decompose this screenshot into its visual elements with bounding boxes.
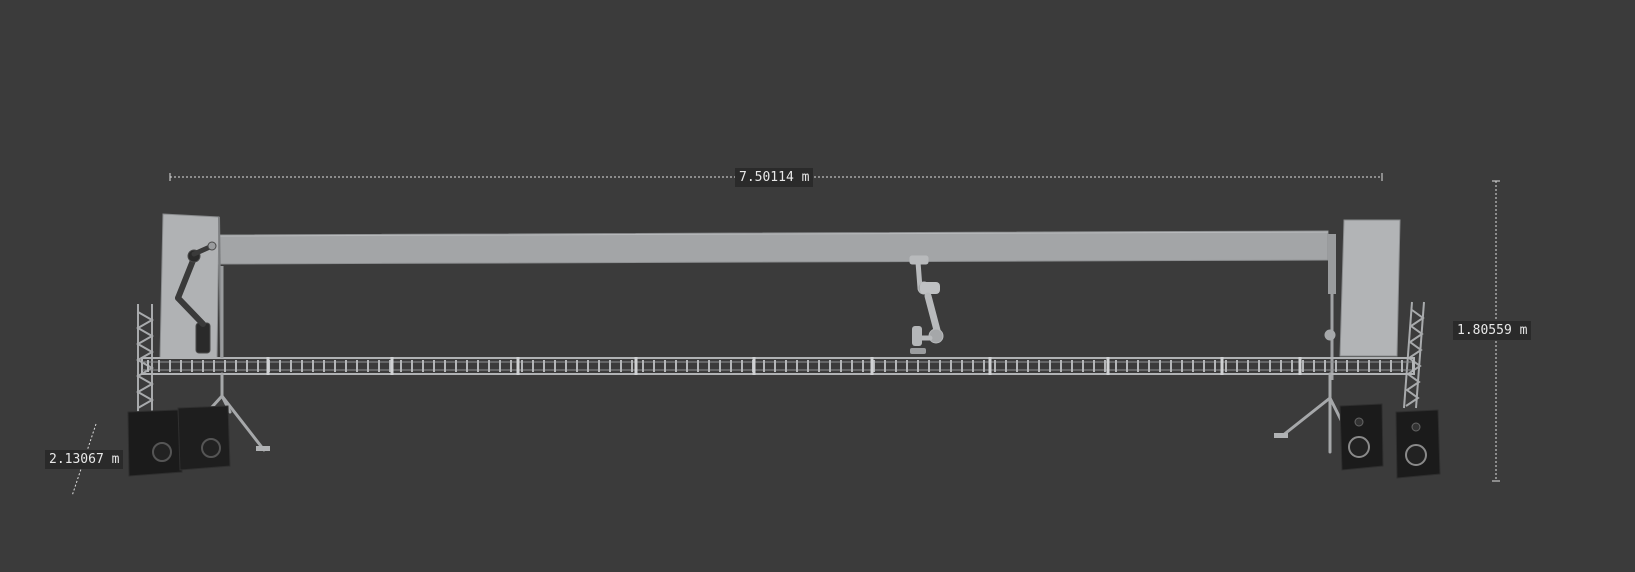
truss-rail[interactable]: [141, 357, 1415, 375]
right-panel[interactable]: [1339, 219, 1401, 357]
speaker-left-1[interactable]: [127, 409, 183, 477]
right-tripod[interactable]: [1274, 329, 1348, 454]
height-dimension-label: 1.80559 m: [1453, 321, 1532, 340]
depth-dimension-label: 2.13067 m: [45, 450, 124, 469]
center-robot-arm[interactable]: [909, 255, 944, 354]
left-panel[interactable]: [159, 213, 222, 359]
speaker-left-2[interactable]: [177, 405, 231, 471]
speaker-right-2[interactable]: [1395, 409, 1441, 479]
speaker-right-1[interactable]: [1339, 403, 1384, 471]
width-dimension-label: 7.50114 m: [735, 168, 814, 187]
overhead-beam[interactable]: [214, 230, 1329, 265]
3d-viewport[interactable]: 7.50114 m 1.80559 m 2.13067 m: [0, 0, 1635, 572]
scene-canvas[interactable]: [0, 0, 1635, 572]
right-truss-tower[interactable]: [1403, 301, 1425, 409]
